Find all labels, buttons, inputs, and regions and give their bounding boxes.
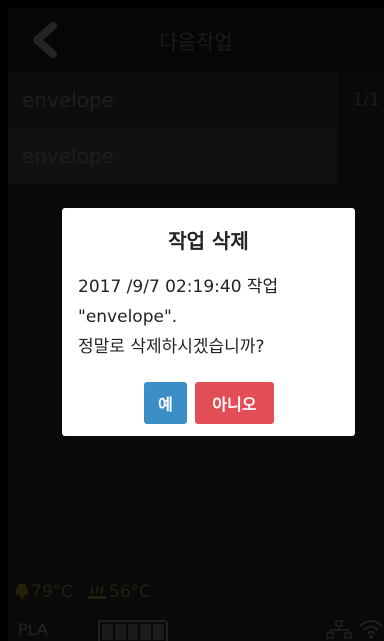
dialog-title: 작업 삭제: [168, 229, 249, 253]
no-button[interactable]: 아니오: [195, 382, 274, 424]
yes-button[interactable]: 예: [144, 382, 187, 424]
delete-job-dialog: 작업 삭제 2017 /9/7 02:19:40 작업 "envelope". …: [62, 208, 355, 436]
dialog-message: 2017 /9/7 02:19:40 작업 "envelope". 정말로 삭제…: [78, 272, 345, 362]
dialog-message-line: 정말로 삭제하시겠습니까?: [78, 337, 265, 357]
dialog-message-line: "envelope".: [78, 307, 178, 327]
dialog-message-line: 2017 /9/7 02:19:40 작업: [78, 277, 279, 297]
